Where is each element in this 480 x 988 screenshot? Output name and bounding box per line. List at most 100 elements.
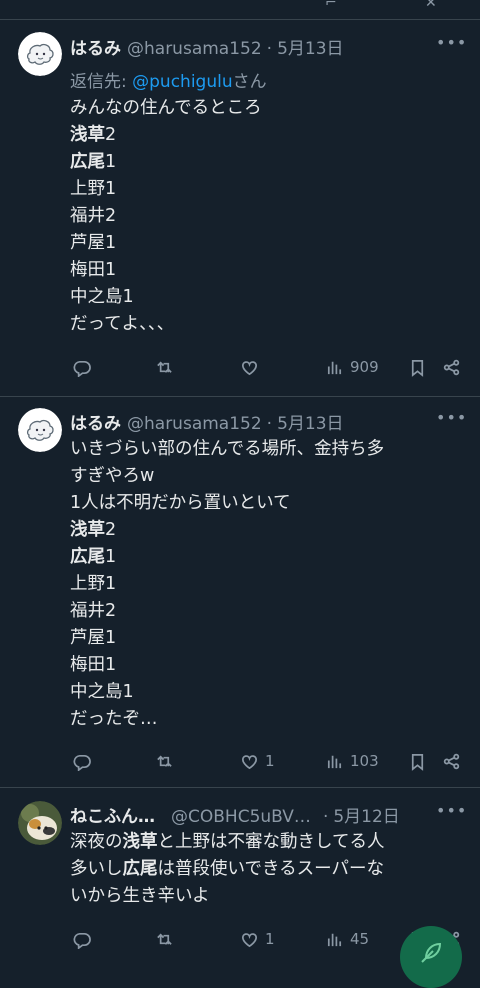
like-action[interactable] [240,356,265,378]
heart-icon [241,932,258,947]
highlighted-term: 浅草 [70,520,105,540]
tweet-text-line: 多いし広尾は普段使いできるスーパーな [70,856,464,883]
retweet-icon [157,933,172,945]
highlighted-term: 浅草 [122,832,158,852]
bookmark-action[interactable] [408,750,427,772]
views-count: 103 [350,752,379,770]
share-icon [443,359,460,375]
text-segment: 2 [105,520,117,540]
views-icon [327,933,342,946]
tweet-text-line: 中之島1 [70,679,464,706]
separator-dot: · [266,414,273,434]
tweet[interactable]: はるみ @harusama152 · 5月13日 ••• 返信先: @puchi… [0,20,480,397]
tweet-text-line: 芦屋1 [70,230,464,257]
tweet-text-line: 浅草2 [70,122,464,149]
views-action[interactable]: 103 [325,750,379,772]
author-handle[interactable]: @harusama152 [127,414,262,434]
highlighted-term: 広尾 [70,152,105,172]
views-icon [327,361,342,374]
text-segment: 梅田1 [70,260,117,280]
text-segment: 福井2 [70,206,117,226]
tweet-header: はるみ @harusama152 · 5月13日 [70,34,440,59]
tweet-header: はるみ @harusama152 · 5月13日 [70,409,440,434]
tweet-actions: 909 [70,356,468,378]
tweet-text-line: 福井2 [70,203,464,230]
retweet-icon [157,361,172,373]
reply-icon [73,360,91,377]
text-segment: 中之島1 [70,682,134,702]
like-count: 1 [265,930,275,948]
avatar[interactable] [18,408,62,452]
text-segment: 中之島1 [70,287,134,307]
tweet-text-line: 芦屋1 [70,625,464,652]
like-action[interactable]: 1 [240,928,275,950]
tweet-date[interactable]: 5月13日 [277,34,343,59]
text-segment: 1人は不明だから置いといて [70,493,291,513]
reply-suffix: さん [232,72,267,92]
like-action[interactable]: 1 [240,750,275,772]
tweet-text-line: 福井2 [70,598,464,625]
compose-button[interactable] [400,926,462,988]
text-segment: いきづらい部の住んでる場所、金持ち多 [70,439,385,459]
tweet-text-line: 中之島1 [70,284,464,311]
views-action[interactable]: 45 [325,928,369,950]
white-ghost-avatar-icon [18,32,62,76]
bookmark-icon[interactable]: ⌐ [325,0,345,8]
author-handle[interactable]: @harusama152 [127,39,262,59]
text-segment: いから生き辛いよ [70,886,210,906]
author-handle[interactable]: @COBHC5uBV… [171,807,311,827]
bookmark-icon [411,359,424,377]
tweet-text-line: 梅田1 [70,652,464,679]
author-name[interactable]: ねこふん… [70,802,155,827]
highlighted-term: 広尾 [122,859,158,879]
views-action[interactable]: 909 [325,356,379,378]
retweet-action[interactable] [154,750,173,772]
author-name[interactable]: はるみ [70,34,121,59]
text-segment: 芦屋1 [70,628,117,648]
heart-icon [241,754,258,769]
more-horizontal-icon[interactable]: ••• [436,410,466,431]
separator-dot: · [266,39,273,59]
reply-action[interactable] [72,928,91,950]
tweet-text-line: だってよ、、、 [70,311,464,338]
tweet-text-line: みんなの住んでるところ [70,95,464,122]
tweet-header: ねこふん… @COBHC5uBV… · 5月12日 [70,802,440,827]
reply-action[interactable] [72,356,91,378]
reply-context: 返信先: @puchiguluさん [70,67,267,92]
tweet-text-line: 梅田1 [70,257,464,284]
text-segment: 多いし [70,859,123,879]
text-segment: だってよ、、、 [70,314,175,334]
avatar[interactable] [18,801,62,845]
reply-action[interactable] [72,750,91,772]
more-horizontal-icon[interactable]: ••• [436,35,466,56]
tweet[interactable]: はるみ @harusama152 · 5月13日 ••• いきづらい部の住んでる… [0,397,480,788]
tweet-date[interactable]: 5月12日 [333,802,399,827]
share-icon[interactable]: ✕ [425,0,445,8]
avatar[interactable] [18,32,62,76]
retweet-icon [157,755,172,767]
text-segment: 福井2 [70,601,117,621]
tweet-actions: 1 103 [70,750,468,772]
share-action[interactable] [442,750,461,772]
share-action[interactable] [442,356,461,378]
tweet-text-line: だったぞ… [70,706,464,733]
retweet-action[interactable] [154,356,173,378]
text-segment: 上野1 [70,574,117,594]
tweet-text-line: 浅草2 [70,517,464,544]
tweet-text: 深夜の浅草と上野は不審な動きしてる人 多いし広尾は普段使いできるスーパーな いから生… [70,829,464,910]
tweet-date[interactable]: 5月13日 [277,409,343,434]
highlighted-term: 浅草 [70,125,105,145]
compose-feather-icon [421,942,442,963]
text-segment: 2 [105,125,117,145]
text-segment: 1 [105,152,117,172]
tweet-text-line: 上野1 [70,571,464,598]
reply-mention-link[interactable]: @puchigulu [132,72,232,92]
bookmark-action[interactable] [408,356,427,378]
previous-tweet-edge: ⌐ ✕ [0,0,480,20]
tweet-text-line: いから生き辛いよ [70,883,464,910]
retweet-action[interactable] [154,928,173,950]
author-name[interactable]: はるみ [70,409,121,434]
tweet-text-line: 広尾1 [70,544,464,571]
more-horizontal-icon[interactable]: ••• [436,803,466,824]
views-icon [327,755,342,768]
